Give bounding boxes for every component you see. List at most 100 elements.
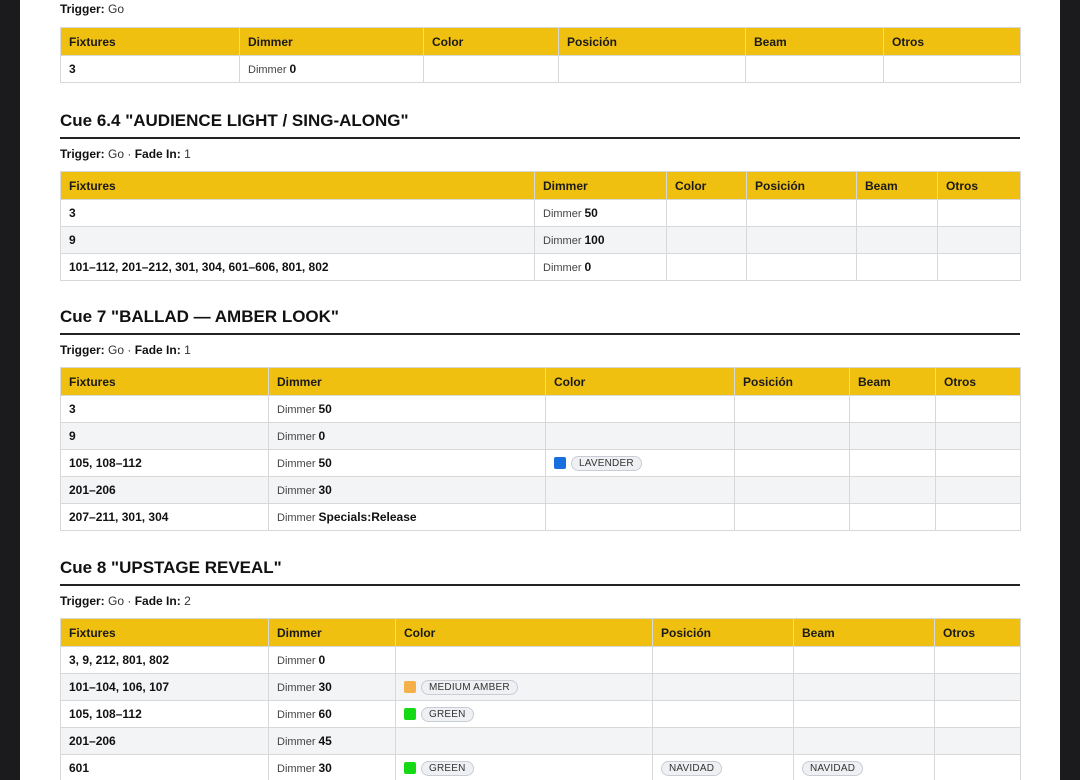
column-header: Dimmer: [268, 367, 546, 396]
dimmer-value: 50: [318, 402, 332, 416]
position-pill: NAVIDAD: [661, 760, 723, 776]
table-header-row: Fixtures Dimmer Color Posición Beam Otro…: [60, 367, 1021, 396]
position-cell: [652, 700, 794, 728]
dimmer-label: Dimmer: [277, 458, 316, 470]
dimmer-value: 30: [318, 680, 332, 694]
trigger-value: Go: [108, 594, 125, 608]
fixtures-cell: 101–104, 106, 107: [60, 673, 269, 701]
fixtures-cell: 101–112, 201–212, 301, 304, 601–606, 801…: [60, 253, 535, 281]
other-cell: [934, 754, 1021, 780]
column-header: Posición: [558, 27, 746, 56]
dimmer-value: 0: [289, 62, 297, 76]
other-cell: [935, 476, 1021, 504]
beam-cell: [849, 449, 936, 477]
color-cell: [395, 646, 653, 674]
beam-cell: [849, 422, 936, 450]
beam-cell: [793, 673, 935, 701]
cue-block: Cue 8 "UPSTAGE REVEAL" Trigger: Go · Fad…: [60, 558, 1021, 780]
cue-title: Cue 7 "BALLAD — AMBER LOOK": [60, 307, 1020, 335]
dimmer-cell: Dimmer 0: [268, 646, 396, 674]
column-header: Beam: [849, 367, 936, 396]
beam-cell: [793, 646, 935, 674]
fade-in-label: Fade In:: [134, 594, 181, 608]
column-header: Posición: [652, 618, 794, 647]
cue-table: Fixtures Dimmer Color Posición Beam Otro…: [60, 618, 1021, 780]
dimmer-value: 0: [318, 653, 326, 667]
position-cell: [746, 199, 857, 227]
color-swatch: [404, 762, 416, 775]
color-cell: [666, 226, 747, 254]
dimmer-cell: Dimmer Specials:Release: [268, 503, 546, 531]
column-header: Dimmer: [239, 27, 424, 56]
trigger-label: Trigger:: [60, 343, 105, 357]
other-cell: [935, 422, 1021, 450]
dimmer-label: Dimmer: [543, 262, 582, 274]
dimmer-value: 30: [318, 761, 332, 775]
fixtures-cell: 9: [60, 422, 269, 450]
column-header: Posición: [734, 367, 850, 396]
dimmer-value: 0: [318, 429, 326, 443]
column-header: Color: [423, 27, 559, 56]
position-cell: [652, 727, 794, 755]
separator: ·: [127, 147, 132, 161]
other-cell: [934, 673, 1021, 701]
table-row: 201–206 Dimmer 45: [60, 727, 1021, 755]
dimmer-label: Dimmer: [277, 431, 316, 443]
column-header: Dimmer: [268, 618, 396, 647]
table-header-row: Fixtures Dimmer Color Posición Beam Otro…: [60, 171, 1021, 200]
column-header: Otros: [935, 367, 1021, 396]
other-cell: [937, 199, 1021, 227]
dimmer-cell: Dimmer 0: [268, 422, 546, 450]
table-row: 9 Dimmer 100: [60, 226, 1021, 254]
fixtures-cell: 201–206: [60, 727, 269, 755]
other-cell: [935, 395, 1021, 423]
beam-pill: NAVIDAD: [802, 760, 864, 776]
cue-block: Cue 7 "BALLAD — AMBER LOOK" Trigger: Go …: [60, 307, 1021, 531]
color-cell: [666, 199, 747, 227]
trigger-label: Trigger:: [60, 594, 105, 608]
trigger-label: Trigger:: [60, 2, 105, 16]
trigger-label: Trigger:: [60, 147, 105, 161]
cue-table: Fixtures Dimmer Color Posición Beam Otro…: [60, 367, 1021, 531]
table-row: 207–211, 301, 304 Dimmer Specials:Release: [60, 503, 1021, 531]
color-cell: [666, 253, 747, 281]
column-header: Beam: [745, 27, 884, 56]
dimmer-value: 30: [318, 483, 332, 497]
column-header: Beam: [793, 618, 935, 647]
beam-cell: [849, 395, 936, 423]
color-cell: [545, 395, 735, 423]
fixtures-cell: 207–211, 301, 304: [60, 503, 269, 531]
table-header-row: Fixtures Dimmer Color Posición Beam Otro…: [60, 618, 1021, 647]
dimmer-label: Dimmer: [277, 709, 316, 721]
fixtures-cell: 9: [60, 226, 535, 254]
table-row: 105, 108–112 Dimmer 60 GREEN: [60, 700, 1021, 728]
dimmer-label: Dimmer: [277, 404, 316, 416]
fixtures-cell: 105, 108–112: [60, 449, 269, 477]
position-cell: [734, 395, 850, 423]
fixtures-cell: 105, 108–112: [60, 700, 269, 728]
position-cell: [734, 449, 850, 477]
cue-block-top: Trigger: Go Fixtures Dimmer Color Posici…: [60, 1, 1021, 83]
other-cell: [883, 55, 1021, 83]
separator: ·: [127, 594, 132, 608]
column-header: Fixtures: [60, 171, 535, 200]
column-header: Otros: [937, 171, 1021, 200]
dimmer-value: 50: [584, 206, 598, 220]
column-header: Fixtures: [60, 618, 269, 647]
fade-in-label: Fade In:: [134, 147, 181, 161]
table-row: 3 Dimmer 0: [60, 55, 1021, 83]
dimmer-value: 60: [318, 707, 332, 721]
cue-title: Cue 6.4 "AUDIENCE LIGHT / SING-ALONG": [60, 111, 1020, 139]
position-cell: [734, 476, 850, 504]
position-cell: [652, 646, 794, 674]
beam-cell: NAVIDAD: [793, 754, 935, 780]
table-header-row: Fixtures Dimmer Color Posición Beam Otro…: [60, 27, 1021, 56]
color-swatch: [554, 457, 566, 470]
color-cell: [395, 727, 653, 755]
dimmer-cell: Dimmer 50: [534, 199, 667, 227]
dimmer-cell: Dimmer 30: [268, 673, 396, 701]
color-cell: [545, 422, 735, 450]
dimmer-label: Dimmer: [277, 512, 316, 524]
column-header: Color: [666, 171, 747, 200]
column-header: Otros: [883, 27, 1021, 56]
